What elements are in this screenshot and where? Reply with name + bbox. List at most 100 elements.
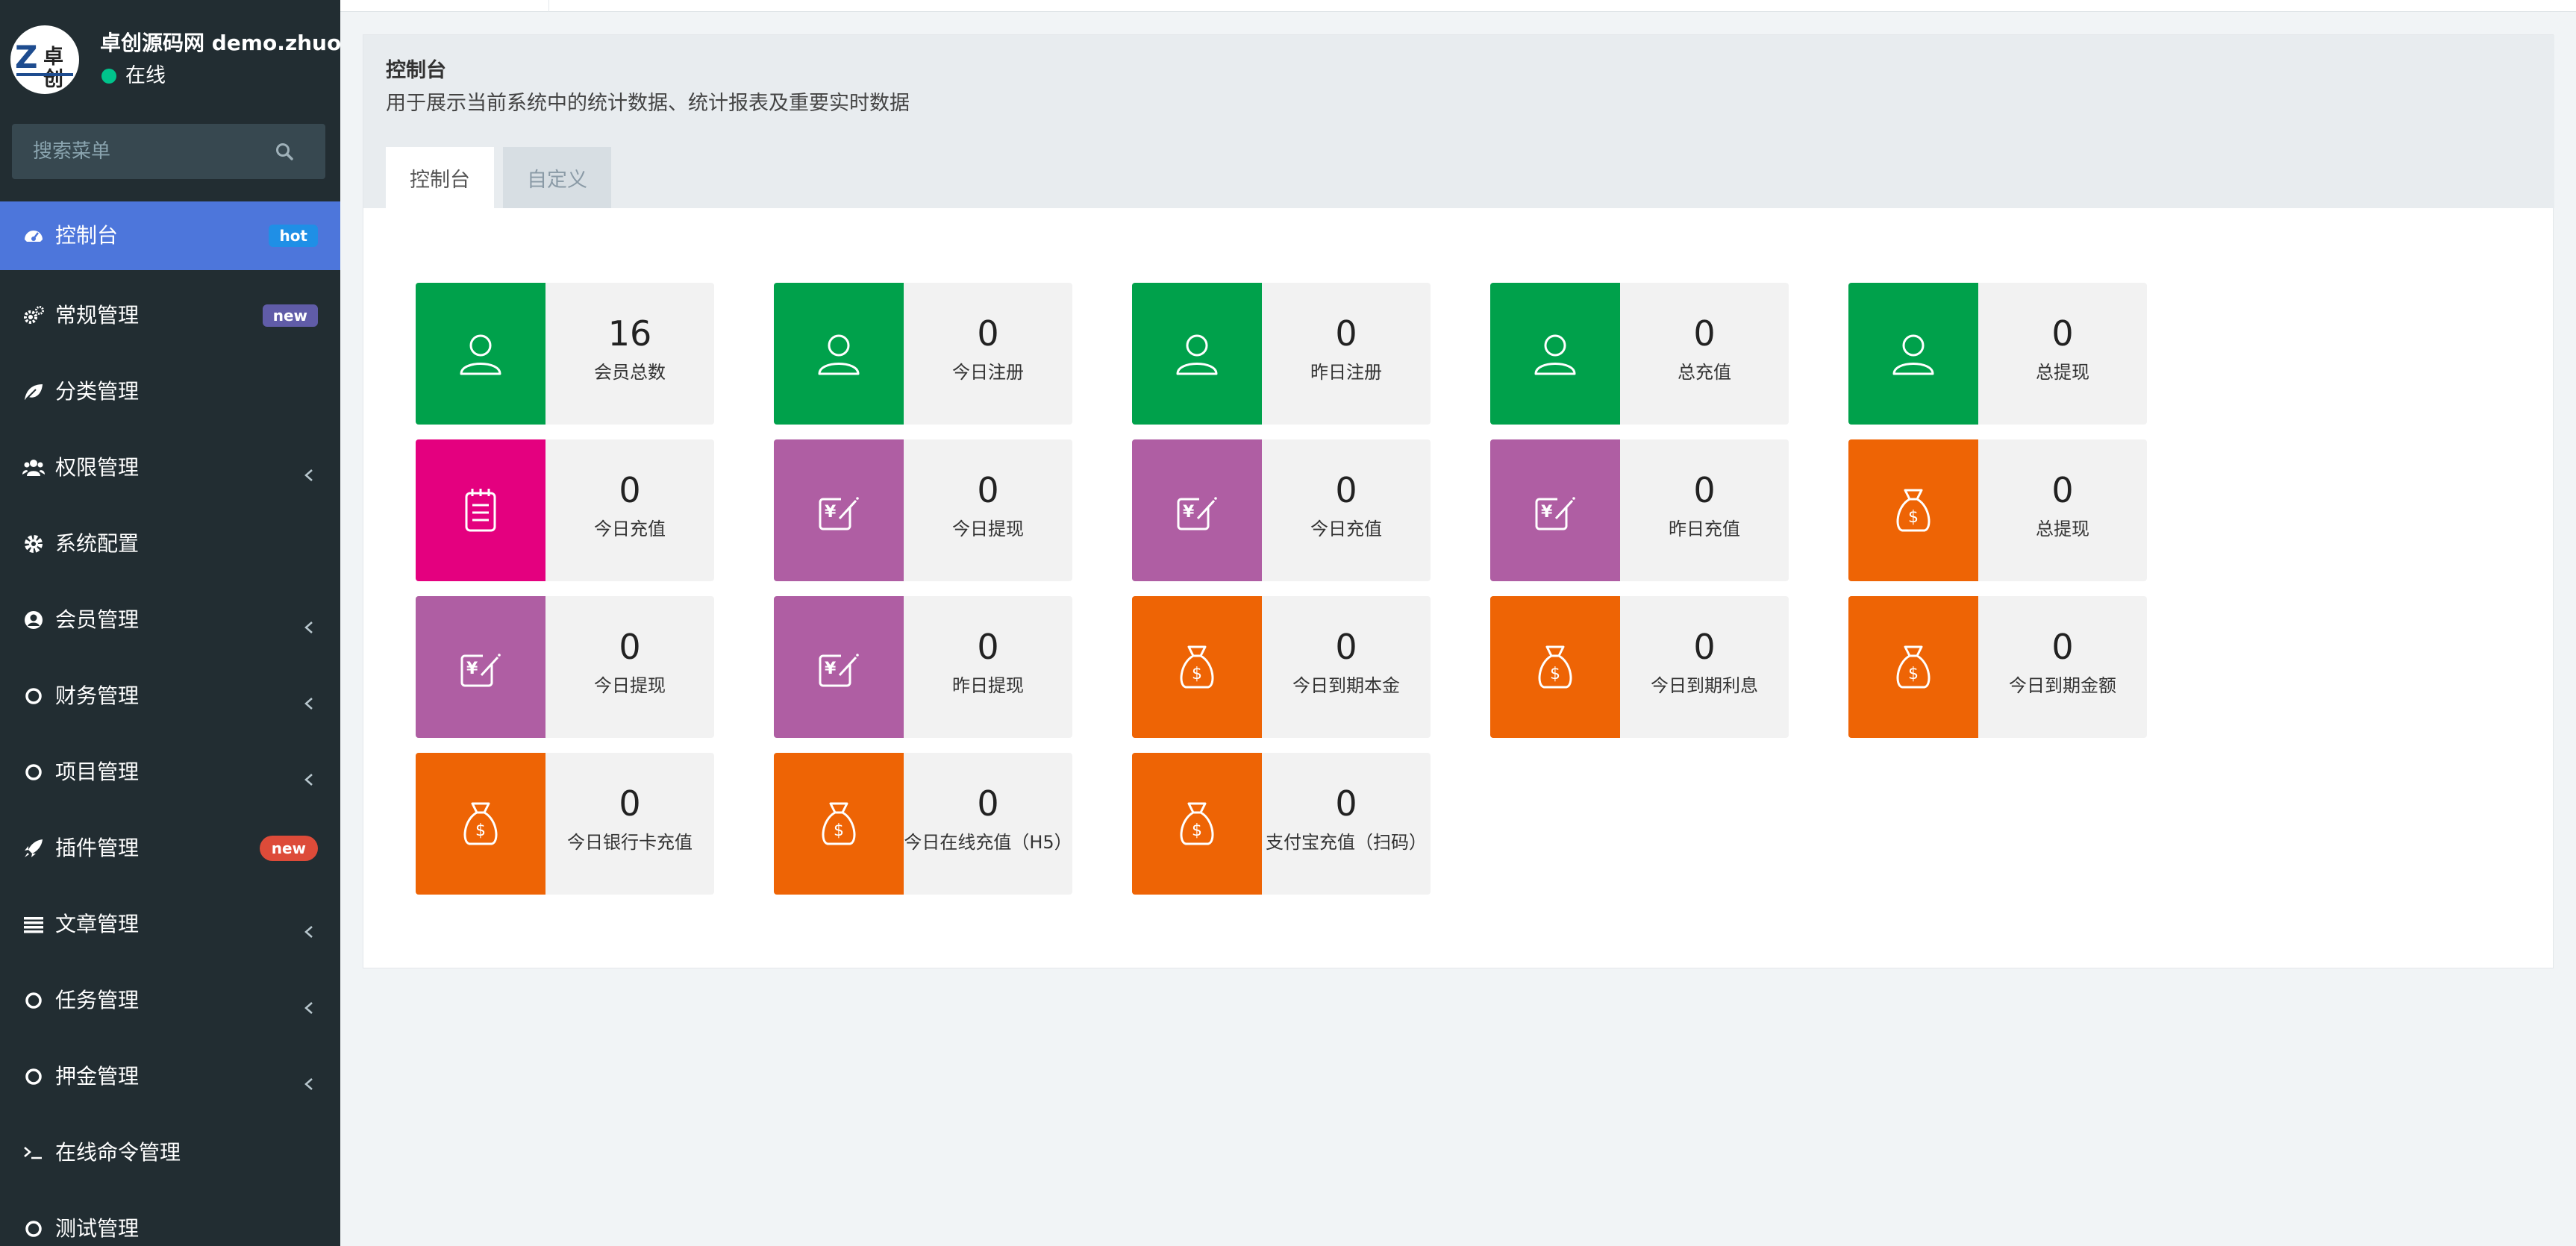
stat-card: 0 总提现	[1848, 283, 2147, 425]
sidebar-item-6[interactable]: 财务管理	[0, 658, 340, 734]
sidebar-item-3[interactable]: 权限管理	[0, 430, 340, 506]
sidebar-item-1[interactable]: 常规管理 new	[0, 278, 340, 354]
sidebar-menu: 控制台 hot 常规管理 new 分类管理权限管理系统配置会员管理财务管理项目管理 插件管…	[0, 201, 340, 1246]
circle-icon	[22, 685, 45, 707]
sidebar-item-label: 任务管理	[55, 988, 140, 1012]
stat-value: 0	[619, 470, 641, 510]
sidebar-item-label: 分类管理	[55, 379, 140, 404]
stat-label: 昨日充值	[1669, 519, 1740, 539]
stat-card: 0 今日充值	[416, 439, 714, 581]
page-description: 用于展示当前系统中的统计数据、统计报表及重要实时数据	[386, 92, 910, 115]
sidebar-item-8[interactable]: 插件管理 new	[0, 810, 340, 886]
nav-tab-stub[interactable]	[407, 0, 549, 12]
stat-label: 今日提现	[952, 519, 1024, 539]
menu-badge: new	[262, 304, 318, 327]
user-circle-icon	[22, 609, 45, 631]
sidebar-item-9[interactable]: 文章管理	[0, 886, 340, 962]
circle-icon	[22, 1065, 45, 1088]
dashboard-icon	[22, 225, 45, 247]
money-bag-icon: $	[1848, 596, 1978, 738]
stat-label: 今日在线充值（H5）	[904, 832, 1072, 853]
menu-badge: new	[259, 836, 318, 861]
stat-label: 昨日提现	[952, 675, 1024, 696]
sidebar-item-0[interactable]: 控制台 hot	[0, 201, 340, 270]
avatar-logo-text: 卓创	[43, 46, 63, 91]
money-bag-icon: $	[774, 753, 904, 895]
list-icon	[22, 913, 45, 936]
stat-label: 今日到期利息	[1651, 675, 1758, 696]
sidebar-item-13[interactable]: 测试管理	[0, 1191, 340, 1246]
content-panel: 控制台 用于展示当前系统中的统计数据、统计报表及重要实时数据 控制台 自定义 1…	[363, 34, 2554, 968]
user-status: 在线	[101, 63, 166, 90]
online-status-icon	[101, 69, 116, 84]
avatar-logo-bar	[16, 73, 73, 76]
sidebar-item-label: 押金管理	[55, 1064, 140, 1089]
yen-edit-icon: ¥	[416, 596, 545, 738]
sidebar-item-label: 财务管理	[55, 683, 140, 708]
sidebar-item-label: 权限管理	[55, 455, 140, 480]
sidebar-item-10[interactable]: 任务管理	[0, 962, 340, 1039]
search-icon[interactable]	[275, 142, 294, 161]
stat-card: $0 今日到期利息	[1490, 596, 1789, 738]
stat-label: 今日到期本金	[1292, 675, 1400, 696]
svg-text:¥: ¥	[825, 660, 837, 678]
content-header: 控制台 用于展示当前系统中的统计数据、统计报表及重要实时数据 控制台 自定义	[363, 35, 2554, 208]
stat-card: $0 今日到期金额	[1848, 596, 2147, 738]
sidebar-item-label: 系统配置	[55, 531, 140, 556]
user-name: 卓创源码网 demo.zhuoch	[100, 31, 340, 55]
stat-value: 0	[1335, 470, 1357, 510]
stat-value: 0	[2051, 627, 2074, 667]
stat-card: $0 支付宝充值（扫码）	[1132, 753, 1431, 895]
chevron-left-icon	[303, 768, 315, 786]
yen-edit-icon: ¥	[1490, 439, 1620, 581]
rocket-icon	[22, 837, 45, 860]
sidebar: Z 卓创 卓创源码网 demo.zhuoch 在线 控制台 hot 常规管理 new 分…	[0, 0, 340, 1246]
chevron-left-icon	[303, 920, 315, 938]
sidebar-item-12[interactable]: 在线命令管理	[0, 1115, 340, 1191]
cog-icon	[22, 533, 45, 555]
sidebar-item-4[interactable]: 系统配置	[0, 506, 340, 582]
stat-card: ¥0 昨日提现	[774, 596, 1072, 738]
stat-value: 0	[1693, 313, 1716, 354]
stat-label: 会员总数	[594, 362, 666, 383]
stat-value: 0	[1693, 470, 1716, 510]
stat-card: $0 总提现	[1848, 439, 2147, 581]
chevron-left-icon	[303, 616, 315, 633]
terminal-icon	[22, 1142, 45, 1164]
stat-value: 16	[607, 313, 652, 354]
tab-dashboard[interactable]: 控制台	[386, 147, 494, 208]
stat-label: 今日到期金额	[2009, 675, 2116, 696]
money-bag-icon: $	[1132, 753, 1262, 895]
avatar[interactable]: Z 卓创	[10, 25, 79, 94]
stat-label: 总充值	[1678, 362, 1731, 383]
top-navbar	[340, 0, 2576, 12]
stat-card: ¥0 今日提现	[416, 596, 714, 738]
user-icon	[774, 283, 904, 425]
stat-card: 16 会员总数	[416, 283, 714, 425]
stat-value: 0	[2051, 470, 2074, 510]
stat-card: $0 今日银行卡充值	[416, 753, 714, 895]
sidebar-item-2[interactable]: 分类管理	[0, 354, 340, 430]
svg-text:¥: ¥	[1541, 503, 1553, 522]
stat-card: $0 今日到期本金	[1132, 596, 1431, 738]
user-icon	[1132, 283, 1262, 425]
yen-edit-icon: ¥	[774, 439, 904, 581]
stat-value: 0	[1335, 627, 1357, 667]
sidebar-item-11[interactable]: 押金管理	[0, 1039, 340, 1115]
user-icon	[416, 283, 545, 425]
stat-label: 今日注册	[952, 362, 1024, 383]
sidebar-item-5[interactable]: 会员管理	[0, 582, 340, 658]
tab-custom[interactable]: 自定义	[503, 147, 611, 208]
stat-card: 0 总充值	[1490, 283, 1789, 425]
stat-value: 0	[1335, 313, 1357, 354]
menu-search-input[interactable]	[12, 124, 281, 179]
user-icon	[1848, 283, 1978, 425]
user-panel: Z 卓创 卓创源码网 demo.zhuoch 在线	[10, 25, 340, 97]
avatar-logo-mark: Z	[15, 39, 38, 75]
user-status-text: 在线	[125, 64, 166, 87]
stat-value: 0	[2051, 313, 2074, 354]
sidebar-item-7[interactable]: 项目管理	[0, 734, 340, 810]
users-icon	[22, 457, 45, 479]
notepad-icon	[416, 439, 545, 581]
yen-edit-icon: ¥	[1132, 439, 1262, 581]
